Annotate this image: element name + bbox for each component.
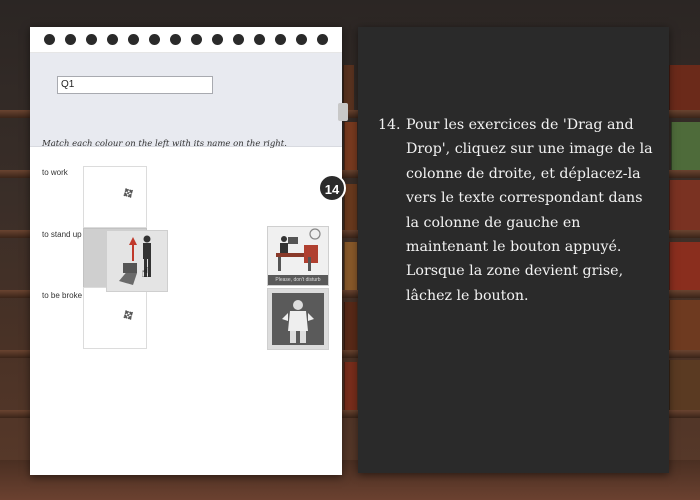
step-badge: 14 bbox=[318, 174, 346, 202]
row-label-broke: to be broke bbox=[42, 291, 83, 300]
scroll-tab[interactable] bbox=[338, 103, 348, 121]
hand-cursor-icon: ☝ bbox=[141, 265, 150, 281]
standing-man-illustration bbox=[107, 231, 167, 291]
empty-pockets-man-icon bbox=[272, 293, 324, 345]
question-select[interactable]: Q1 bbox=[57, 76, 213, 94]
office-desk-icon bbox=[268, 227, 328, 275]
row-label-stand-up: to stand up bbox=[42, 230, 82, 239]
answer-card-1[interactable]: Please, don't disturb bbox=[267, 226, 329, 286]
move-cursor-icon: ✥ bbox=[119, 306, 138, 326]
step-text: Pour les exercices de 'Drag and Drop', c… bbox=[406, 117, 653, 304]
move-cursor-icon: ✥ bbox=[119, 184, 138, 204]
step-item: 14. Pour les exercices de 'Drag and Drop… bbox=[378, 113, 658, 308]
card-caption: Please, don't disturb bbox=[268, 275, 328, 285]
spiral-binding bbox=[30, 27, 342, 53]
instruction-panel: 14. Pour les exercices de 'Drag and Drop… bbox=[358, 27, 669, 473]
exercise-instruction: Match each colour on the left with its n… bbox=[42, 139, 287, 149]
dragged-image-card[interactable]: ☝ bbox=[106, 230, 168, 292]
question-bar: Q1 bbox=[30, 53, 348, 147]
answer-card-2[interactable] bbox=[267, 288, 329, 350]
dropzone-3[interactable]: ✥ bbox=[83, 287, 147, 349]
dropzone-1[interactable]: ✥ bbox=[83, 166, 147, 228]
notebook-panel: Q1 Match each colour on the left with it… bbox=[30, 27, 348, 475]
row-label-work: to work bbox=[42, 168, 68, 177]
step-number: 14. bbox=[378, 117, 401, 133]
